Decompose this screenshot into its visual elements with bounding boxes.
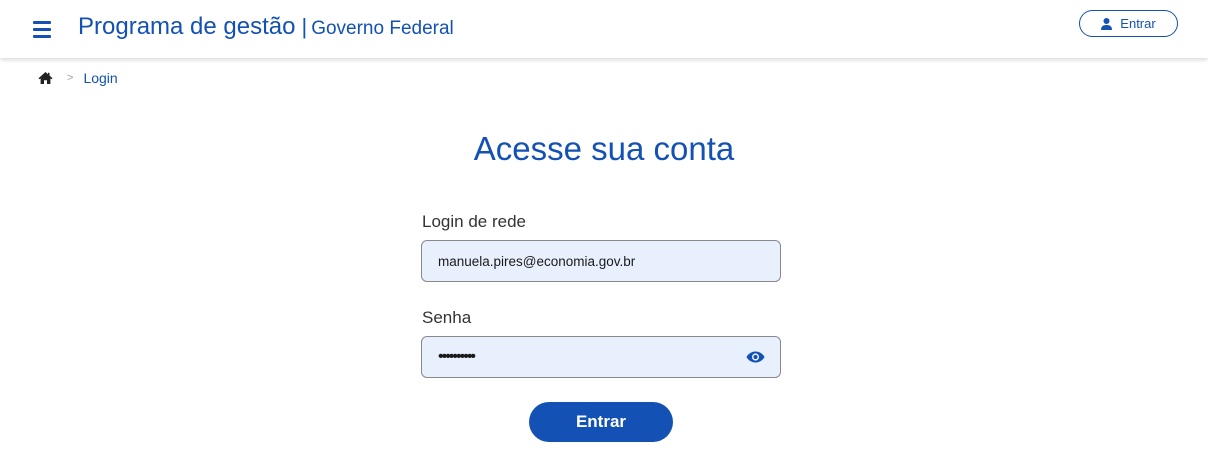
org-name: Governo Federal (311, 18, 454, 39)
header-login-label: Entrar (1120, 16, 1156, 31)
user-icon (1101, 17, 1113, 30)
breadcrumb: > Login (38, 69, 118, 87)
eye-icon[interactable] (746, 349, 765, 365)
home-icon[interactable] (38, 71, 53, 85)
app-title: Programa de gestão (78, 13, 296, 40)
hamburger-menu-icon[interactable] (30, 17, 54, 41)
breadcrumb-separator: > (67, 72, 74, 84)
submit-login-button[interactable]: Entrar (529, 402, 673, 442)
password-wrapper (421, 336, 781, 378)
page-title: Acesse sua conta (473, 130, 735, 167)
username-field[interactable] (421, 240, 781, 282)
top-header: Programa de gestão | Governo Federal Entra… (0, 0, 1208, 58)
password-label: Senha (422, 308, 472, 327)
app-brand: Programa de gestão | Governo Federal (78, 13, 454, 41)
username-label: Login de rede (422, 212, 526, 231)
password-field[interactable] (421, 336, 781, 378)
brand-separator: | (301, 14, 308, 39)
breadcrumb-current[interactable]: Login (83, 70, 117, 86)
header-login-button[interactable]: Entrar (1079, 10, 1178, 37)
